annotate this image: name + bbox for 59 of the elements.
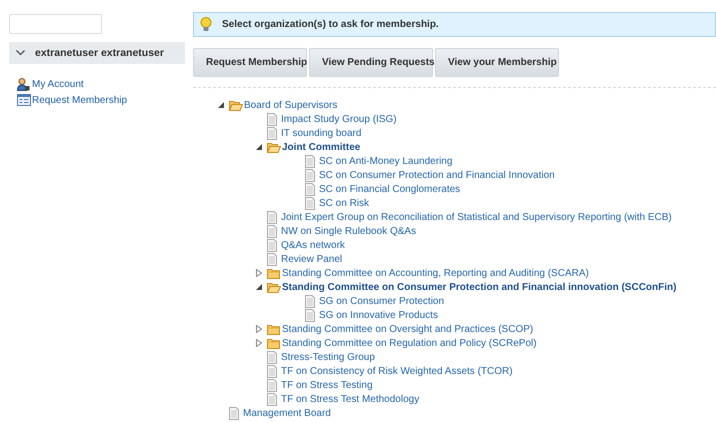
sidebar-link[interactable]: My Account — [32, 78, 84, 90]
tree-node[interactable]: SC on Consumer Protection and Financial Innovation — [319, 170, 555, 180]
user-name: extranetuser extranetuser — [35, 47, 164, 59]
folder-icon — [267, 282, 281, 292]
folder-icon — [267, 142, 281, 152]
tab-button[interactable]: View Pending Requests — [309, 48, 433, 77]
tree-node[interactable]: SC on Risk — [319, 198, 370, 208]
folder-icon — [267, 338, 281, 348]
tree-node[interactable]: NW on Single Rulebook Q&As — [281, 226, 416, 236]
document-icon — [267, 112, 277, 126]
folder-icon — [229, 100, 243, 110]
tree-node[interactable]: Stress-Testing Group — [281, 352, 375, 362]
document-icon — [305, 168, 315, 182]
document-icon — [305, 308, 315, 322]
tree-node[interactable]: SG on Innovative Products — [319, 310, 438, 320]
tree-node[interactable]: Impact Study Group (ISG) — [281, 114, 397, 124]
document-icon — [267, 350, 277, 364]
document-icon — [267, 238, 277, 252]
document-icon — [267, 378, 277, 392]
tree-node[interactable]: SC on Anti-Money Laundering — [319, 156, 452, 166]
lightbulb-icon — [200, 17, 212, 32]
tab-button[interactable]: View your Membership — [435, 48, 559, 77]
info-message: Select organization(s) to ask for membership. — [222, 19, 439, 30]
tree-node[interactable]: Standing Committee on Regulation and Policy (SCRePol) — [282, 338, 537, 348]
folder-icon — [267, 268, 281, 278]
tree-node[interactable]: SG on Consumer Protection — [319, 296, 444, 306]
chevron-icon — [16, 50, 25, 56]
tree-node[interactable]: Review Panel — [281, 254, 342, 264]
document-icon — [267, 364, 277, 378]
document-icon — [267, 210, 277, 224]
document-icon — [305, 154, 315, 168]
form-icon — [17, 94, 31, 106]
document-icon — [267, 392, 277, 406]
tab-button[interactable]: Request Membership — [193, 48, 307, 77]
document-icon — [267, 224, 277, 238]
document-icon — [229, 406, 239, 420]
tree-node[interactable]: SC on Financial Conglomerates — [319, 184, 460, 194]
tree-node[interactable]: TF on Stress Test Methodology — [281, 394, 420, 404]
tree-node[interactable]: IT sounding board — [281, 128, 362, 138]
tree-node[interactable]: Q&As network — [281, 240, 345, 250]
tree-node[interactable]: Joint Expert Group on Reconciliation of Statistical and Supervisory Reporting (with ECB) — [281, 212, 672, 222]
tree-node[interactable]: Standing Committee on Oversight and Practices (SCOP) — [282, 324, 534, 334]
tree-node[interactable]: TF on Consistency of Risk Weighted Assets (TCOR) — [281, 366, 513, 376]
tree-node[interactable]: Standing Committee on Accounting, Reporting and Auditing (SCARA) — [282, 268, 589, 278]
tree-node[interactable]: Board of Supervisors — [244, 100, 338, 110]
tree-node[interactable]: Management Board — [243, 408, 331, 418]
document-icon — [305, 196, 315, 210]
tree-node[interactable]: TF on Stress Testing — [281, 380, 373, 390]
user-panel-header[interactable]: extranetuser extranetuser — [9, 42, 185, 64]
user-icon — [17, 78, 31, 90]
folder-icon — [267, 324, 281, 334]
tree-node[interactable]: Standing Committee on Consumer Protection and Financial innovation (SCConFin) — [282, 282, 676, 292]
document-icon — [305, 294, 315, 308]
search-field[interactable] — [9, 14, 102, 34]
sidebar-link[interactable]: Request Membership — [32, 94, 128, 106]
tree-node[interactable]: Joint Committee — [282, 142, 360, 152]
document-icon — [267, 252, 277, 266]
document-icon — [267, 126, 277, 140]
document-icon — [305, 182, 315, 196]
